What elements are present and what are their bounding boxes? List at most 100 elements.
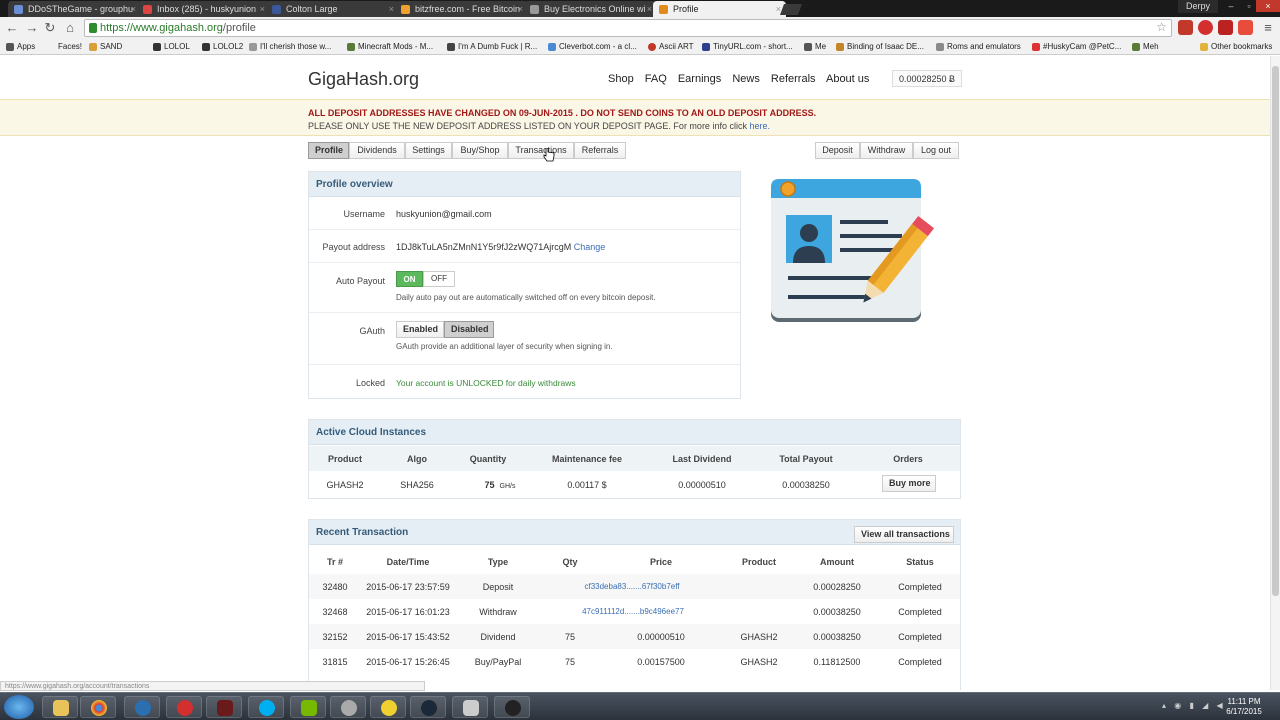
site-logo[interactable]: GigaHash.org: [308, 69, 419, 90]
taskbar-opera[interactable]: [166, 696, 202, 718]
quantity-value: 75: [484, 480, 495, 490]
taskbar-nvidia[interactable]: [290, 696, 326, 718]
tab-settings[interactable]: Settings: [405, 142, 452, 159]
instance-total-payout: 0.00038250: [782, 480, 830, 490]
taskbar-skype[interactable]: [248, 696, 284, 718]
menu-icon[interactable]: ≡: [1260, 20, 1276, 36]
opera-icon[interactable]: [1198, 20, 1213, 35]
gauth-enabled-button[interactable]: Enabled: [396, 321, 444, 338]
app-icon: [381, 700, 397, 716]
instance-fee: 0.00117 $: [567, 480, 607, 490]
scrollbar-thumb[interactable]: [1272, 66, 1279, 596]
browser-tab-active[interactable]: Profile ×: [653, 1, 786, 17]
address-bar[interactable]: https://www.gigahash.org/profile ☆: [84, 19, 1172, 37]
bookmark-item[interactable]: Roms and emulators: [936, 40, 1021, 53]
minimize-icon[interactable]: –: [1222, 0, 1240, 12]
tx-hash-link[interactable]: cf33deba83.......67f30b7eff: [584, 582, 679, 591]
profile-user-badge[interactable]: Derpy: [1178, 0, 1219, 13]
taskbar-app[interactable]: [124, 696, 160, 718]
withdraw-button[interactable]: Withdraw: [860, 142, 913, 159]
nav-referrals[interactable]: Referrals: [771, 73, 816, 85]
nav-about-us[interactable]: About us: [826, 73, 869, 85]
bookmark-item[interactable]: I'm A Dumb Fuck | R...: [447, 40, 537, 53]
adblock-icon[interactable]: [1178, 20, 1193, 35]
browser-tab[interactable]: DDoSTheGame - grouphu ×: [8, 1, 141, 17]
tx-price: 0.00000510: [637, 632, 685, 642]
bookmark-item[interactable]: SAND: [89, 40, 122, 53]
autopayout-on-toggle[interactable]: ON: [396, 271, 423, 287]
start-button[interactable]: [4, 695, 34, 719]
taskbar-obs[interactable]: [494, 696, 530, 718]
taskbar-app[interactable]: [206, 696, 242, 718]
forward-icon[interactable]: →: [24, 20, 40, 36]
nav-news[interactable]: News: [732, 73, 760, 85]
view-all-transactions-button[interactable]: View all transactions: [854, 526, 954, 543]
new-tab-button[interactable]: [779, 4, 803, 15]
bookmark-item[interactable]: Faces!: [47, 40, 82, 53]
tx-hash-link[interactable]: 47c911112d.......b9c496ee77: [582, 607, 684, 616]
quantity-unit: GH/s: [499, 483, 516, 490]
bookmark-item[interactable]: Meh: [1132, 40, 1159, 53]
home-icon[interactable]: ⌂: [62, 20, 78, 36]
close-icon[interactable]: ×: [389, 1, 394, 17]
browser-tab[interactable]: Buy Electronics Online wi ×: [524, 1, 657, 17]
bookmark-item[interactable]: Cleverbot.com - a cl...: [548, 40, 637, 53]
close-icon[interactable]: ×: [518, 1, 523, 17]
bookmark-folder[interactable]: Other bookmarks: [1200, 40, 1272, 53]
bookmark-item[interactable]: LOLOL: [153, 40, 190, 53]
taskbar-clock[interactable]: 11:11 PM 6/17/2015: [1224, 697, 1264, 717]
back-icon[interactable]: ←: [4, 20, 20, 36]
nav-earnings[interactable]: Earnings: [678, 73, 721, 85]
close-icon[interactable]: ×: [647, 1, 652, 17]
tab-profile[interactable]: Profile: [308, 142, 349, 159]
system-tray[interactable]: ▴ ◉ ▮ ◢ ◀: [1162, 701, 1226, 710]
bookmark-item[interactable]: I'll cherish those w...: [249, 40, 331, 53]
close-window-icon[interactable]: ×: [1256, 0, 1280, 12]
bookmark-star-icon[interactable]: ☆: [1156, 20, 1167, 34]
bookmark-item[interactable]: Binding of Isaac DE...: [836, 40, 924, 53]
gauth-disabled-button[interactable]: Disabled: [444, 321, 494, 338]
taskbar-explorer[interactable]: [42, 696, 78, 718]
tab-transactions[interactable]: Transactions: [508, 142, 574, 159]
taskbar-app[interactable]: [370, 696, 406, 718]
bookmark-item[interactable]: LOLOL2: [202, 40, 243, 53]
bookmark-favicon-icon: [648, 43, 656, 51]
taskbar-chrome[interactable]: [80, 696, 116, 718]
autopayout-off-toggle[interactable]: OFF: [423, 271, 455, 287]
bookmark-apps[interactable]: Apps: [6, 40, 35, 53]
tab-dividends[interactable]: Dividends: [349, 142, 405, 159]
col-product: Product: [741, 557, 777, 567]
logout-button[interactable]: Log out: [913, 142, 959, 159]
taskbar-calculator[interactable]: [452, 696, 488, 718]
page-scrollbar[interactable]: [1270, 56, 1280, 690]
col-type: Type: [487, 557, 509, 567]
bookmark-item[interactable]: #HuskyCam @PetC...: [1032, 40, 1121, 53]
bookmark-item[interactable]: Minecraft Mods - M...: [347, 40, 433, 53]
change-address-link[interactable]: Change: [574, 242, 606, 252]
tab-referrals[interactable]: Referrals: [574, 142, 626, 159]
nav-faq[interactable]: FAQ: [645, 73, 667, 85]
taskbar-steam[interactable]: [410, 696, 446, 718]
bookmark-item[interactable]: Me: [804, 40, 826, 53]
deposit-button[interactable]: Deposit: [815, 142, 860, 159]
extension-icon[interactable]: [1218, 20, 1233, 35]
taskbar-app[interactable]: [330, 696, 366, 718]
close-icon[interactable]: ×: [131, 1, 136, 17]
bookmark-item[interactable]: TinyURL.com - short...: [702, 40, 793, 53]
notice-link[interactable]: here.: [749, 121, 770, 131]
browser-tab[interactable]: bitzfree.com - Free Bitcoin ×: [395, 1, 528, 17]
reload-icon[interactable]: ↻: [42, 20, 58, 36]
browser-tab[interactable]: Colton Large ×: [266, 1, 399, 17]
nav-shop[interactable]: Shop: [608, 73, 634, 85]
bookmark-item[interactable]: Ascii ART: [648, 40, 694, 53]
extension-icon[interactable]: [1238, 20, 1253, 35]
tx-type: Buy/PayPal: [474, 657, 522, 667]
payout-address-text: 1DJ8kTuLA5nZMnN1Y5r9fJ2zWQ71AjrcgM: [396, 242, 572, 252]
col-amount: Amount: [820, 557, 854, 567]
tx-amount: 0.00028250: [813, 582, 861, 592]
close-icon[interactable]: ×: [260, 1, 265, 17]
buy-more-button[interactable]: Buy more: [882, 475, 936, 492]
balance-badge[interactable]: 0.00028250 Ƀ: [892, 70, 963, 87]
tab-buy-shop[interactable]: Buy/Shop: [452, 142, 508, 159]
browser-tab[interactable]: Inbox (285) - huskyunion ×: [137, 1, 270, 17]
